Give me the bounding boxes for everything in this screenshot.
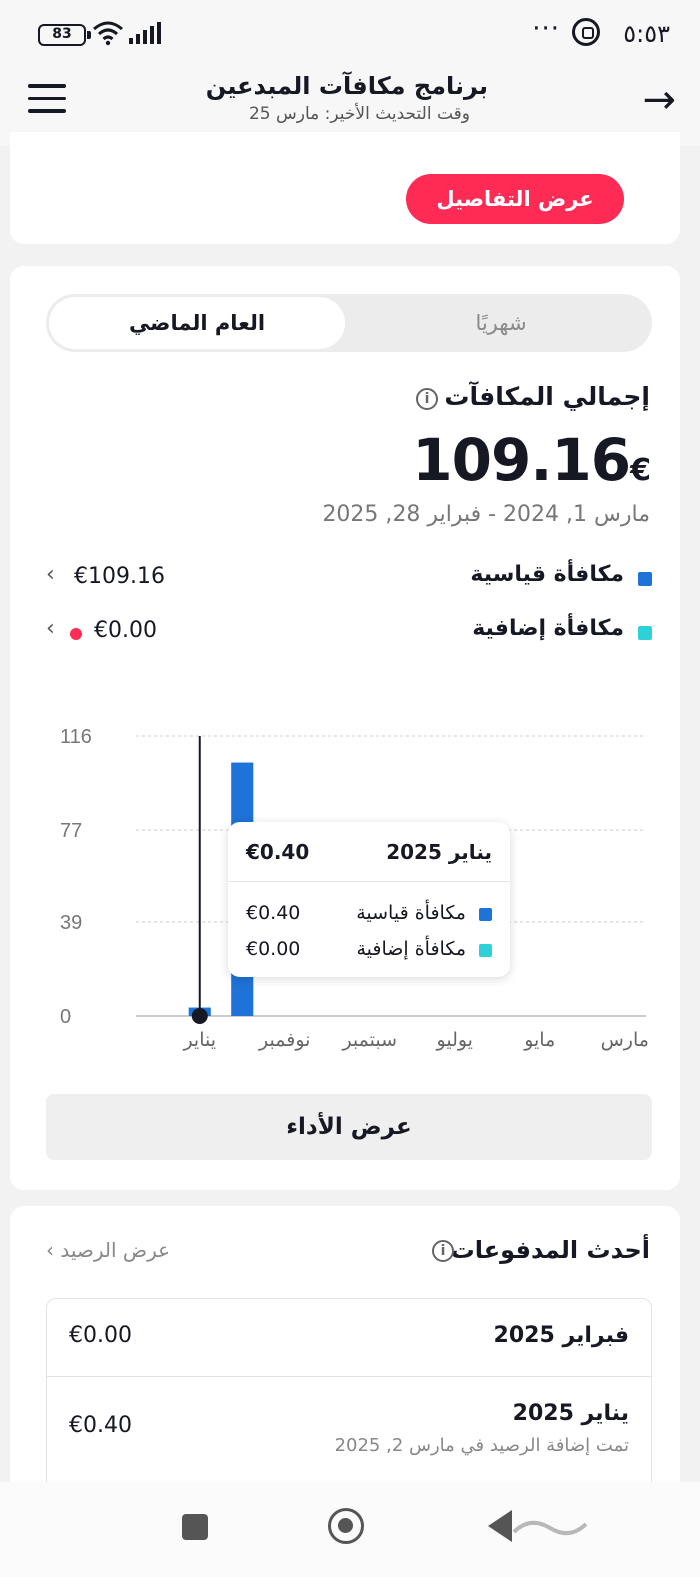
tooltip-label: مكافأة قياسية [356,902,466,924]
payment-month: يناير 2025 [512,1401,629,1426]
legend-row-extra[interactable]: مكافأة إضافية €0.00 ‹ [46,612,652,652]
legend-label: مكافأة إضافية [472,616,624,641]
status-bar: ٥:٥٣ ··· 83 [0,0,700,70]
tooltip-total: €0.40 [246,840,310,864]
x-tick-label: يوليو [436,1029,473,1051]
tooltip-row-extra: مكافأة إضافية €0.00 [228,932,510,968]
payment-note: تمت إضافة الرصيد في مارس 2, 2025 [334,1435,629,1456]
x-tick-label: يناير [182,1029,216,1051]
alert-dot-icon [70,628,82,640]
payment-month: فبراير 2025 [493,1323,629,1348]
recent-payments-title: أحدث المدفوعات [450,1236,650,1264]
total-rewards-amount: 109.16€ [412,426,651,494]
tooltip-value: €0.40 [246,902,301,924]
back-arrow-icon[interactable]: → [642,76,676,124]
total-amount-currency: € [630,453,651,488]
date-range: مارس 1, 2024 - فبراير 28, 2025 [322,502,650,527]
x-tick-label: نوفمبر [258,1029,310,1051]
payment-amount: €0.40 [69,1413,132,1438]
home-icon[interactable] [328,1508,364,1544]
tooltip-label: مكافأة إضافية [356,938,466,960]
recent-payments-card: أحدث المدفوعات i عرض الرصيد › فبراير 202… [10,1206,680,1498]
legend-value: €109.16 [74,564,165,589]
more-notifications-icon: ··· [532,14,560,44]
y-tick-label: 77 [60,820,82,842]
watermark-logo [512,1520,588,1536]
tab-monthly[interactable]: شهريًا [353,297,649,349]
y-tick-label: 116 [60,726,92,748]
battery-icon: 83 [38,24,91,46]
rewards-card: شهريًا العام الماضي إجمالي المكافآت i 10… [10,266,680,1190]
whatsapp-icon [572,18,600,46]
x-tick-label: سبتمبر [341,1029,397,1051]
info-icon[interactable]: i [432,1240,454,1262]
wifi-icon [93,21,123,46]
tab-last-year[interactable]: العام الماضي [49,297,345,349]
total-amount-value: 109.16 [412,426,631,494]
last-update-text: وقت التحديث الأخير: مارس 25 [248,104,470,124]
view-details-button[interactable]: عرض التفاصيل [406,174,624,224]
list-item[interactable]: يناير 2025 تمت إضافة الرصيد في مارس 2, 2… [47,1377,651,1487]
y-tick-label: 39 [60,912,82,934]
extra-reward-swatch [479,944,492,957]
period-segmented-control: شهريًا العام الماضي [46,294,652,352]
status-time: ٥:٥٣ [623,20,670,48]
legend-value: €0.00 [94,618,157,643]
tooltip-month: يناير 2025 [386,840,492,864]
tooltip-header: يناير 2025 €0.40 [228,822,510,882]
tooltip-row-standard: مكافأة قياسية €0.40 [228,896,510,932]
view-performance-button[interactable]: عرض الأداء [46,1094,652,1160]
standard-reward-swatch [638,572,652,586]
y-tick-label: 0 [60,1006,71,1028]
page-title: برنامج مكافآت المبدعين [205,72,488,100]
legend-row-standard[interactable]: مكافأة قياسية €109.16 ‹ [46,558,652,598]
list-item[interactable]: فبراير 2025 €0.00 [47,1299,651,1377]
menu-icon[interactable] [28,84,66,116]
view-balance-link[interactable]: عرض الرصيد › [46,1238,170,1262]
selection-dot [191,1008,208,1024]
info-icon[interactable]: i [416,388,438,410]
standard-reward-swatch [479,908,492,921]
view-balance-label: عرض الرصيد [60,1238,171,1262]
total-rewards-title: إجمالي المكافآت [444,382,650,411]
payments-list: فبراير 2025 €0.00 يناير 2025 تمت إضافة ا… [46,1298,652,1498]
signal-icon [129,22,161,44]
x-tick-label: مايو [523,1029,555,1051]
extra-reward-swatch [638,626,652,640]
chevron-left-icon: ‹ [46,616,55,641]
payment-amount: €0.00 [69,1323,132,1348]
recents-icon[interactable] [182,1514,208,1540]
tooltip-value: €0.00 [246,938,301,960]
legend-label: مكافأة قياسية [470,562,624,587]
chevron-left-icon: › [46,1238,54,1262]
rewards-summary-card: عرض التفاصيل [10,132,680,244]
chevron-left-icon: ‹ [46,562,55,587]
x-tick-label: مارس [601,1029,649,1051]
system-nav-bar [0,1482,700,1577]
chart-tooltip: يناير 2025 €0.40 مكافأة قياسية €0.40 مكا… [228,822,510,977]
back-triangle-icon[interactable] [488,1510,512,1542]
